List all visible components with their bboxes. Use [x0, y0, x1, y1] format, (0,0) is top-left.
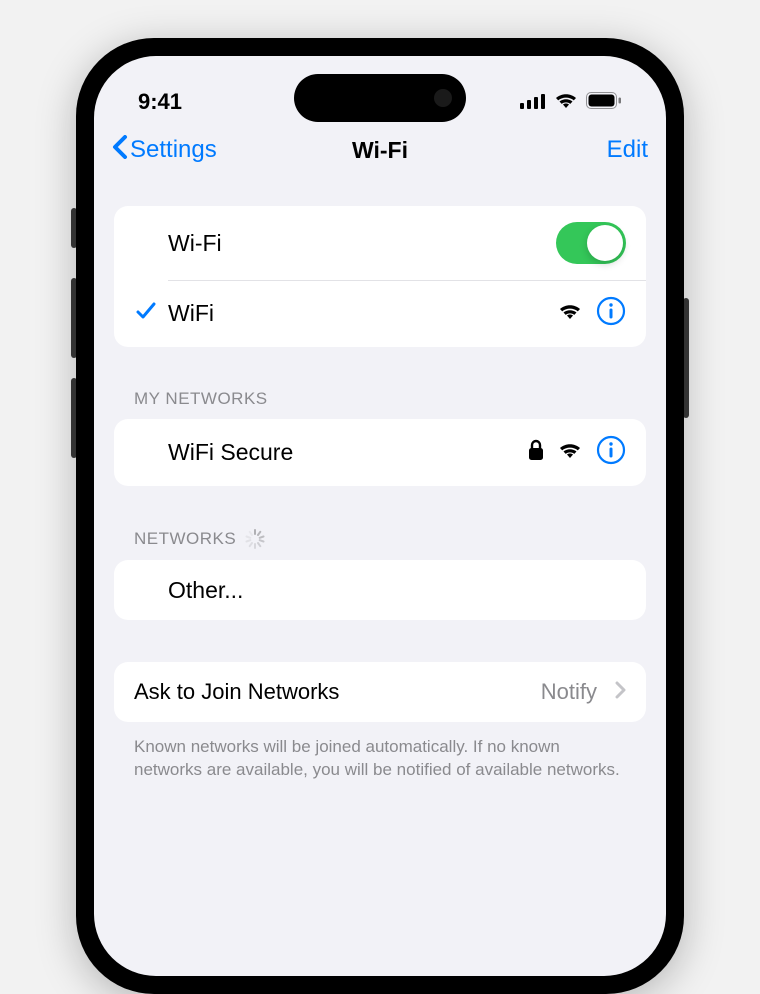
other-network-row[interactable]: Other... [114, 560, 646, 620]
networks-label-text: NETWORKS [134, 529, 236, 549]
ask-join-value: Notify [541, 679, 597, 705]
wifi-toggle-label: Wi-Fi [168, 230, 556, 257]
wifi-signal-icon [558, 302, 582, 325]
wifi-signal-icon [558, 441, 582, 464]
networks-label: NETWORKS [114, 528, 646, 560]
ask-join-row[interactable]: Ask to Join Networks Notify [114, 662, 646, 722]
network-name: WiFi Secure [168, 439, 528, 466]
back-label: Settings [130, 136, 217, 164]
content: Wi-Fi WiFi [94, 178, 666, 782]
cellular-icon [520, 89, 546, 115]
status-indicators [520, 89, 622, 115]
page-title: Wi-Fi [352, 137, 408, 164]
nav-bar: Settings Wi-Fi Edit [94, 122, 666, 178]
my-networks-label-text: MY NETWORKS [134, 389, 268, 409]
info-icon[interactable] [596, 296, 626, 331]
ask-join-card: Ask to Join Networks Notify [114, 662, 646, 722]
wifi-icon [554, 89, 578, 115]
status-time: 9:41 [138, 89, 182, 115]
wifi-toggle-row: Wi-Fi [114, 206, 646, 280]
info-icon[interactable] [596, 435, 626, 470]
my-networks-label: MY NETWORKS [114, 389, 646, 419]
screen: 9:41 [94, 56, 666, 976]
wifi-card: Wi-Fi WiFi [114, 206, 646, 347]
back-button[interactable]: Settings [112, 135, 217, 166]
phone-frame: 9:41 [76, 38, 684, 994]
ask-join-footer: Known networks will be joined automatica… [114, 726, 646, 782]
chevron-left-icon [112, 135, 128, 166]
connected-network-name: WiFi [168, 300, 558, 327]
chevron-right-icon [615, 681, 626, 704]
network-row[interactable]: WiFi Secure [114, 419, 646, 486]
networks-card: Other... [114, 560, 646, 620]
wifi-toggle[interactable] [556, 222, 626, 264]
lock-icon [528, 439, 544, 466]
ask-join-label: Ask to Join Networks [134, 679, 541, 705]
my-networks-card: WiFi Secure [114, 419, 646, 486]
other-label: Other... [168, 577, 626, 604]
connected-network-row[interactable]: WiFi [114, 280, 646, 347]
checkmark-icon [134, 299, 158, 328]
edit-button[interactable]: Edit [607, 136, 648, 164]
spinner-icon [244, 528, 266, 550]
battery-icon [586, 89, 622, 115]
dynamic-island [294, 74, 466, 122]
